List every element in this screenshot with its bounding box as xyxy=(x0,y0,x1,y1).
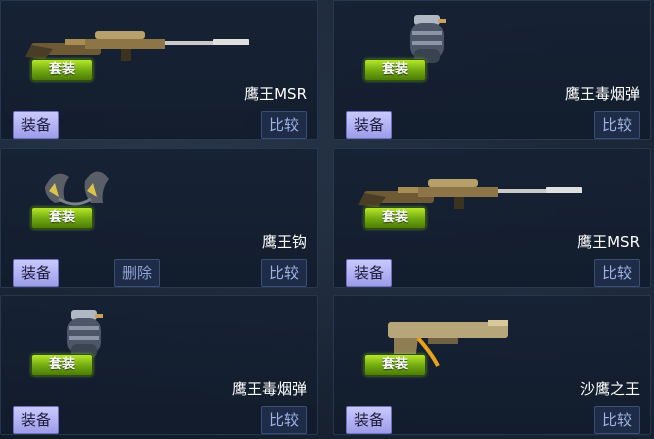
set-badge: 套装 xyxy=(364,59,426,81)
equip-button[interactable]: 装备 xyxy=(13,406,59,434)
compare-button[interactable]: 比较 xyxy=(261,111,307,139)
item-card[interactable]: 套装 鹰王MSR 装备 比较 xyxy=(0,0,318,140)
delete-button[interactable]: 删除 xyxy=(114,259,160,287)
item-card[interactable]: 套装 鹰王钩 装备 删除 比较 xyxy=(0,148,318,288)
item-name: 鹰王毒烟弹 xyxy=(231,380,307,398)
item-card[interactable]: 套装 鹰王MSR 装备 比较 xyxy=(333,148,651,288)
item-card[interactable]: 套装 沙鹰之王 装备 比较 xyxy=(333,295,651,435)
set-badge: 套装 xyxy=(31,59,93,81)
equip-button[interactable]: 装备 xyxy=(13,111,59,139)
compare-button[interactable]: 比较 xyxy=(594,259,640,287)
compare-button[interactable]: 比较 xyxy=(594,111,640,139)
equip-button[interactable]: 装备 xyxy=(346,406,392,434)
set-badge: 套装 xyxy=(31,207,93,229)
equip-button[interactable]: 装备 xyxy=(346,259,392,287)
item-name: 鹰王毒烟弹 xyxy=(564,85,640,103)
compare-button[interactable]: 比较 xyxy=(594,406,640,434)
item-name: 鹰王MSR xyxy=(577,233,640,251)
item-card[interactable]: 套装 鹰王毒烟弹 装备 比较 xyxy=(0,295,318,435)
item-card[interactable]: 套装 鹰王毒烟弹 装备 比较 xyxy=(333,0,651,140)
equip-button[interactable]: 装备 xyxy=(346,111,392,139)
item-grid: 套装 鹰王MSR 装备 比较 套装 鹰王毒烟弹 装备 比较 套装 鹰王钩 装备 xyxy=(0,0,654,439)
set-badge: 套装 xyxy=(31,354,93,376)
item-name: 沙鹰之王 xyxy=(579,380,640,398)
item-name: 鹰王钩 xyxy=(261,233,307,251)
compare-button[interactable]: 比较 xyxy=(261,259,307,287)
compare-button[interactable]: 比较 xyxy=(261,406,307,434)
set-badge: 套装 xyxy=(364,354,426,376)
equip-button[interactable]: 装备 xyxy=(13,259,59,287)
item-name: 鹰王MSR xyxy=(244,85,307,103)
set-badge: 套装 xyxy=(364,207,426,229)
